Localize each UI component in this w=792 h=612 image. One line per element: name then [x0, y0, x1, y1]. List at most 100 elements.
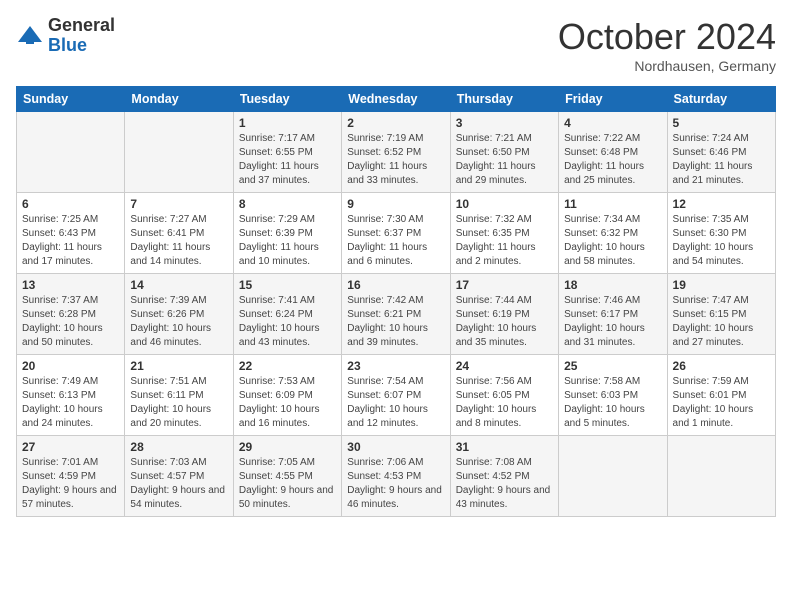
calendar-cell: 7 Sunrise: 7:27 AM Sunset: 6:41 PM Daylig…: [125, 193, 233, 274]
date-number: 3: [456, 116, 553, 130]
date-number: 26: [673, 359, 770, 373]
calendar-cell: 20 Sunrise: 7:49 AM Sunset: 6:13 PM Dayli…: [17, 355, 125, 436]
cell-info: Sunrise: 7:06 AM Sunset: 4:53 PM Dayligh…: [347, 456, 444, 512]
cell-info: Sunrise: 7:27 AM Sunset: 6:41 PM Dayligh…: [130, 213, 227, 269]
cell-info: Sunrise: 7:46 AM Sunset: 6:17 PM Dayligh…: [564, 294, 661, 350]
calendar-cell: 14Sunrise: 7:39 AM Sunset: 6:26 PM Dayli…: [125, 274, 233, 355]
calendar-cell: 22Sunrise: 7:53 AM Sunset: 6:09 PM Dayli…: [233, 355, 341, 436]
logo-general: General: [48, 16, 115, 36]
date-number: 16: [347, 278, 444, 292]
calendar-cell: 27 Sunrise: 7:01 AM Sunset: 4:59 PM Dayli…: [17, 436, 125, 517]
date-number: 10: [456, 197, 553, 211]
date-number: 29: [239, 440, 336, 454]
cell-info: Sunrise: 7:54 AM Sunset: 6:07 PM Dayligh…: [347, 375, 444, 431]
day-header-sunday: Sunday: [17, 87, 125, 112]
calendar-cell: 23 Sunrise: 7:54 AM Sunset: 6:07 PM Dayli…: [342, 355, 450, 436]
cell-info: Sunrise: 7:24 AM Sunset: 6:46 PM Dayligh…: [673, 132, 770, 188]
calendar-cell: 5 Sunrise: 7:24 AM Sunset: 6:46 PM Daylig…: [667, 112, 775, 193]
calendar-cell: 17Sunrise: 7:44 AM Sunset: 6:19 PM Dayli…: [450, 274, 558, 355]
calendar-cell: 31 Sunrise: 7:08 AM Sunset: 4:52 PM Dayli…: [450, 436, 558, 517]
date-number: 5: [673, 116, 770, 130]
calendar-week-row: 20 Sunrise: 7:49 AM Sunset: 6:13 PM Dayli…: [17, 355, 776, 436]
cell-info: Sunrise: 7:19 AM Sunset: 6:52 PM Dayligh…: [347, 132, 444, 188]
cell-info: Sunrise: 7:32 AM Sunset: 6:35 PM Dayligh…: [456, 213, 553, 269]
calendar-cell: 24 Sunrise: 7:56 AM Sunset: 6:05 PM Dayli…: [450, 355, 558, 436]
calendar-cell: 11 Sunrise: 7:34 AM Sunset: 6:32 PM Dayli…: [559, 193, 667, 274]
calendar-cell: 6Sunrise: 7:25 AM Sunset: 6:43 PM Daylig…: [17, 193, 125, 274]
date-number: 7: [130, 197, 227, 211]
date-number: 4: [564, 116, 661, 130]
cell-info: Sunrise: 7:21 AM Sunset: 6:50 PM Dayligh…: [456, 132, 553, 188]
day-header-wednesday: Wednesday: [342, 87, 450, 112]
day-header-thursday: Thursday: [450, 87, 558, 112]
cell-info: Sunrise: 7:41 AM Sunset: 6:24 PM Dayligh…: [239, 294, 336, 350]
month-title: October 2024: [558, 16, 776, 58]
date-number: 19: [673, 278, 770, 292]
date-number: 22: [239, 359, 336, 373]
date-number: 24: [456, 359, 553, 373]
calendar-cell: 26 Sunrise: 7:59 AM Sunset: 6:01 PM Dayli…: [667, 355, 775, 436]
date-number: 13: [22, 278, 119, 292]
location: Nordhausen, Germany: [558, 58, 776, 74]
date-number: 14: [130, 278, 227, 292]
date-number: 17: [456, 278, 553, 292]
day-header-friday: Friday: [559, 87, 667, 112]
cell-info: Sunrise: 7:49 AM Sunset: 6:13 PM Dayligh…: [22, 375, 119, 431]
cell-info: Sunrise: 7:58 AM Sunset: 6:03 PM Dayligh…: [564, 375, 661, 431]
cell-info: Sunrise: 7:47 AM Sunset: 6:15 PM Dayligh…: [673, 294, 770, 350]
day-header-tuesday: Tuesday: [233, 87, 341, 112]
date-number: 30: [347, 440, 444, 454]
cell-info: Sunrise: 7:56 AM Sunset: 6:05 PM Dayligh…: [456, 375, 553, 431]
date-number: 25: [564, 359, 661, 373]
cell-info: Sunrise: 7:08 AM Sunset: 4:52 PM Dayligh…: [456, 456, 553, 512]
page-header: General Blue October 2024 Nordhausen, Ge…: [16, 16, 776, 74]
calendar-table: SundayMondayTuesdayWednesdayThursdayFrid…: [16, 86, 776, 517]
cell-info: Sunrise: 7:01 AM Sunset: 4:59 PM Dayligh…: [22, 456, 119, 512]
calendar-header-row: SundayMondayTuesdayWednesdayThursdayFrid…: [17, 87, 776, 112]
calendar-week-row: 27 Sunrise: 7:01 AM Sunset: 4:59 PM Dayli…: [17, 436, 776, 517]
calendar-cell: 16 Sunrise: 7:42 AM Sunset: 6:21 PM Dayli…: [342, 274, 450, 355]
cell-info: Sunrise: 7:34 AM Sunset: 6:32 PM Dayligh…: [564, 213, 661, 269]
calendar-week-row: 13 Sunrise: 7:37 AM Sunset: 6:28 PM Dayli…: [17, 274, 776, 355]
calendar-cell: 15 Sunrise: 7:41 AM Sunset: 6:24 PM Dayli…: [233, 274, 341, 355]
date-number: 18: [564, 278, 661, 292]
calendar-cell: [125, 112, 233, 193]
calendar-week-row: 6Sunrise: 7:25 AM Sunset: 6:43 PM Daylig…: [17, 193, 776, 274]
date-number: 9: [347, 197, 444, 211]
calendar-cell: 9 Sunrise: 7:30 AM Sunset: 6:37 PM Daylig…: [342, 193, 450, 274]
logo-text: General Blue: [48, 16, 115, 56]
logo-icon: [16, 22, 44, 50]
calendar-cell: 21 Sunrise: 7:51 AM Sunset: 6:11 PM Dayli…: [125, 355, 233, 436]
date-number: 28: [130, 440, 227, 454]
date-number: 31: [456, 440, 553, 454]
calendar-cell: 1Sunrise: 7:17 AM Sunset: 6:55 PM Daylig…: [233, 112, 341, 193]
date-number: 27: [22, 440, 119, 454]
cell-info: Sunrise: 7:37 AM Sunset: 6:28 PM Dayligh…: [22, 294, 119, 350]
calendar-cell: 8Sunrise: 7:29 AM Sunset: 6:39 PM Daylig…: [233, 193, 341, 274]
date-number: 23: [347, 359, 444, 373]
calendar-cell: 30 Sunrise: 7:06 AM Sunset: 4:53 PM Dayli…: [342, 436, 450, 517]
calendar-cell: 2 Sunrise: 7:19 AM Sunset: 6:52 PM Daylig…: [342, 112, 450, 193]
date-number: 8: [239, 197, 336, 211]
date-number: 2: [347, 116, 444, 130]
cell-info: Sunrise: 7:59 AM Sunset: 6:01 PM Dayligh…: [673, 375, 770, 431]
cell-info: Sunrise: 7:35 AM Sunset: 6:30 PM Dayligh…: [673, 213, 770, 269]
date-number: 15: [239, 278, 336, 292]
date-number: 20: [22, 359, 119, 373]
cell-info: Sunrise: 7:30 AM Sunset: 6:37 PM Dayligh…: [347, 213, 444, 269]
date-number: 21: [130, 359, 227, 373]
date-number: 11: [564, 197, 661, 211]
day-header-saturday: Saturday: [667, 87, 775, 112]
title-block: October 2024 Nordhausen, Germany: [558, 16, 776, 74]
cell-info: Sunrise: 7:17 AM Sunset: 6:55 PM Dayligh…: [239, 132, 336, 188]
calendar-cell: [17, 112, 125, 193]
cell-info: Sunrise: 7:42 AM Sunset: 6:21 PM Dayligh…: [347, 294, 444, 350]
calendar-cell: 3 Sunrise: 7:21 AM Sunset: 6:50 PM Daylig…: [450, 112, 558, 193]
logo: General Blue: [16, 16, 115, 56]
cell-info: Sunrise: 7:22 AM Sunset: 6:48 PM Dayligh…: [564, 132, 661, 188]
calendar-cell: 28Sunrise: 7:03 AM Sunset: 4:57 PM Dayli…: [125, 436, 233, 517]
calendar-cell: 18 Sunrise: 7:46 AM Sunset: 6:17 PM Dayli…: [559, 274, 667, 355]
cell-info: Sunrise: 7:51 AM Sunset: 6:11 PM Dayligh…: [130, 375, 227, 431]
date-number: 6: [22, 197, 119, 211]
date-number: 12: [673, 197, 770, 211]
